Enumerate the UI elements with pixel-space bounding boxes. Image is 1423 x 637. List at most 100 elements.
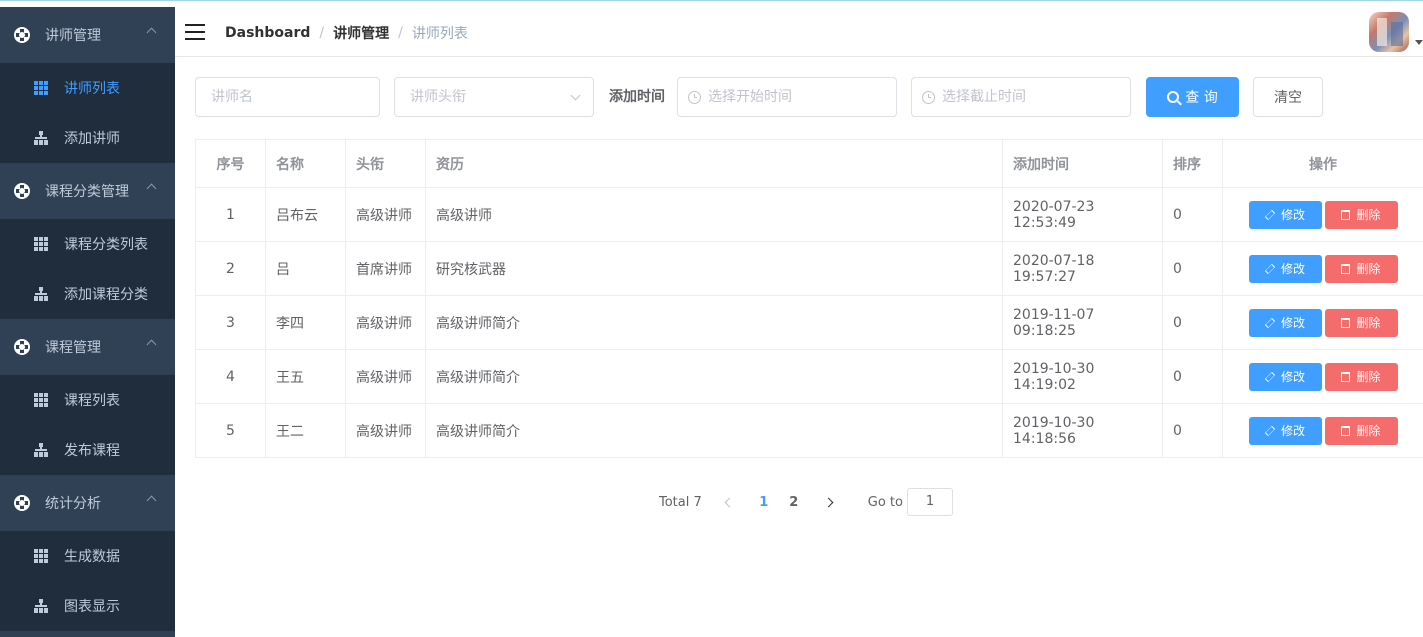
menu-title-label: 课程管理 xyxy=(45,340,101,356)
sidebar-item-category-list[interactable]: 课程分类列表 xyxy=(0,219,175,269)
cell-title: 高级讲师 xyxy=(345,295,426,350)
sidebar-item-publish-course[interactable]: 发布课程 xyxy=(0,425,175,475)
page-number[interactable]: 2 xyxy=(779,495,809,510)
delete-icon xyxy=(1341,371,1351,382)
delete-label: 删除 xyxy=(1356,424,1381,438)
chevron-down-icon xyxy=(570,90,581,101)
avatar[interactable] xyxy=(1369,12,1409,52)
menu-title-teacher[interactable]: 讲师管理 xyxy=(0,7,175,63)
submenu: 讲师列表 添加讲师 xyxy=(0,63,175,163)
cell-time: 2019-11-07 09:18:25 xyxy=(1002,295,1163,350)
teacher-title-select[interactable]: 讲师头衔 xyxy=(394,77,594,117)
sidebar-item-chart-display[interactable]: 图表显示 xyxy=(0,581,175,631)
sidebar-item-course-list[interactable]: 课程列表 xyxy=(0,375,175,425)
menu-title-course[interactable]: 课程管理 xyxy=(0,319,175,375)
sidebar-item-label: 图表显示 xyxy=(64,599,120,615)
page-number[interactable]: 1 xyxy=(749,495,779,510)
edit-icon xyxy=(1264,371,1276,382)
delete-button[interactable]: 删除 xyxy=(1324,200,1398,229)
menu-title-stats[interactable]: 统计分析 xyxy=(0,475,175,531)
delete-button[interactable]: 删除 xyxy=(1324,362,1398,391)
cell-actions: 修改 删除 xyxy=(1222,349,1423,404)
delete-label: 删除 xyxy=(1356,316,1381,330)
delete-label: 删除 xyxy=(1356,370,1381,384)
top-border xyxy=(0,0,1423,7)
tree-icon xyxy=(34,287,48,301)
sidebar-item-add-teacher[interactable]: 添加讲师 xyxy=(0,113,175,163)
caret-down-icon[interactable] xyxy=(1415,40,1423,45)
sidebar-item-label: 发布课程 xyxy=(64,443,120,459)
picker-placeholder: 选择截止时间 xyxy=(942,89,1026,105)
add-time-label: 添加时间 xyxy=(609,89,665,105)
search-button[interactable]: 查 询 xyxy=(1146,77,1239,117)
search-icon xyxy=(1167,91,1180,103)
delete-button[interactable]: 删除 xyxy=(1324,416,1398,445)
clock-icon xyxy=(688,91,701,104)
end-time-picker[interactable]: 选择截止时间 xyxy=(911,77,1131,117)
edit-button[interactable]: 修改 xyxy=(1248,362,1322,391)
menu-title-label: 统计分析 xyxy=(45,496,101,512)
cell-intro: 高级讲师简介 xyxy=(425,403,1003,458)
cell-actions: 修改 删除 xyxy=(1222,403,1423,458)
table-header-row: 序号 名称 头衔 资历 添加时间 排序 操作 xyxy=(195,139,1423,188)
cell-sort: 0 xyxy=(1162,403,1223,458)
menu-gear-icon xyxy=(14,339,30,355)
cell-actions: 修改 删除 xyxy=(1222,295,1423,350)
teacher-name-input[interactable]: 讲师名 xyxy=(195,77,380,117)
cell-index: 5 xyxy=(195,403,266,458)
cell-sort: 0 xyxy=(1162,349,1223,404)
menu-title-category[interactable]: 课程分类管理 xyxy=(0,163,175,219)
start-time-picker[interactable]: 选择开始时间 xyxy=(677,77,897,117)
cell-index: 1 xyxy=(195,187,266,242)
edit-button[interactable]: 修改 xyxy=(1248,254,1322,283)
table-grid-icon xyxy=(34,393,48,407)
sidebar-item-generate-data[interactable]: 生成数据 xyxy=(0,531,175,581)
column-header: 操作 xyxy=(1222,139,1423,188)
cell-time: 2020-07-18 19:57:27 xyxy=(1002,241,1163,296)
submenu: 课程分类列表 添加课程分类 xyxy=(0,219,175,319)
sidebar-item-label: 讲师列表 xyxy=(64,81,120,97)
edit-button[interactable]: 修改 xyxy=(1248,416,1322,445)
sidebar-item-label: 添加课程分类 xyxy=(64,287,148,303)
menu-group-teacher: 讲师管理 讲师列表 添加讲师 xyxy=(0,7,175,163)
delete-icon xyxy=(1341,209,1351,220)
sidebar-item-teacher-list[interactable]: 讲师列表 xyxy=(0,63,175,113)
clear-button-label: 清空 xyxy=(1274,90,1302,106)
edit-icon xyxy=(1264,425,1276,436)
breadcrumb-home[interactable]: Dashboard xyxy=(225,25,310,41)
edit-button[interactable]: 修改 xyxy=(1248,200,1322,229)
chevron-left-icon[interactable] xyxy=(724,497,735,507)
cell-name: 王五 xyxy=(265,349,346,404)
breadcrumb-section[interactable]: 讲师管理 xyxy=(333,23,389,43)
delete-button[interactable]: 删除 xyxy=(1324,254,1398,283)
cell-time: 2019-10-30 14:19:02 xyxy=(1002,349,1163,404)
sidebar-item-label: 生成数据 xyxy=(64,549,120,565)
cell-time: 2020-07-23 12:53:49 xyxy=(1002,187,1163,242)
clock-icon xyxy=(922,91,935,104)
delete-icon xyxy=(1341,425,1351,436)
chevron-up-icon xyxy=(146,495,157,506)
goto-input[interactable]: 1 xyxy=(906,488,953,516)
navbar: Dashboard / 讲师管理 / 讲师列表 xyxy=(175,7,1423,57)
chevron-right-icon[interactable] xyxy=(823,497,834,507)
edit-button[interactable]: 修改 xyxy=(1248,308,1322,337)
edit-label: 修改 xyxy=(1280,370,1305,384)
hamburger-icon[interactable] xyxy=(185,24,205,40)
delete-button[interactable]: 删除 xyxy=(1324,308,1398,337)
sidebar-item-label: 课程列表 xyxy=(64,393,120,409)
column-header: 头衔 xyxy=(345,139,426,188)
delete-label: 删除 xyxy=(1356,208,1381,222)
column-header: 排序 xyxy=(1162,139,1223,188)
edit-label: 修改 xyxy=(1280,208,1305,222)
menu-group-stats: 统计分析 生成数据 图表显示 xyxy=(0,475,175,631)
clear-button[interactable]: 清空 xyxy=(1253,77,1323,117)
cell-sort: 0 xyxy=(1162,241,1223,296)
sidebar-item-add-category[interactable]: 添加课程分类 xyxy=(0,269,175,319)
cell-name: 吕 xyxy=(265,241,346,296)
column-header: 序号 xyxy=(195,139,266,188)
delete-icon xyxy=(1341,263,1351,274)
breadcrumb-separator: / xyxy=(319,25,325,41)
menu-gear-icon xyxy=(14,183,30,199)
cell-actions: 修改 删除 xyxy=(1222,187,1423,242)
tree-icon xyxy=(34,443,48,457)
